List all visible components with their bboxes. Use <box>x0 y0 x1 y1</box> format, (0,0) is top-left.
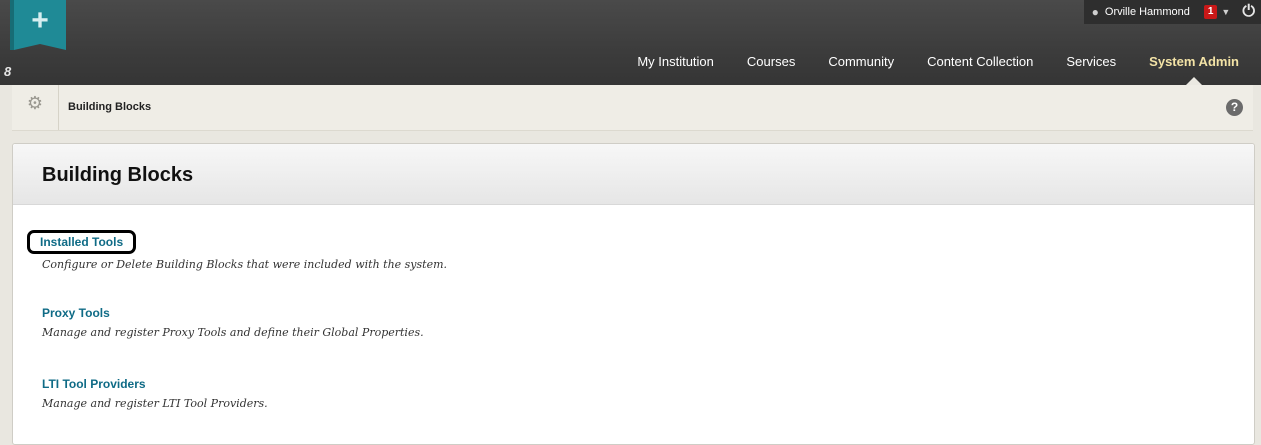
notification-badge[interactable]: 1 <box>1203 5 1218 19</box>
installed-tools-link[interactable]: Installed Tools <box>27 230 137 254</box>
nav-services[interactable]: Services <box>1066 54 1116 69</box>
edit-mode-icon[interactable]: 8 <box>4 64 11 79</box>
nav-community[interactable]: Community <box>828 54 894 69</box>
breadcrumb: ⚙ Building Blocks ? <box>12 85 1253 131</box>
user-area: ● Orville Hammond 1 ▼ ⏻ <box>1083 0 1261 24</box>
plus-icon: + <box>31 4 49 37</box>
user-name[interactable]: Orville Hammond <box>1105 6 1190 18</box>
top-header: + 8 ● Orville Hammond 1 ▼ ⏻ My Instituti… <box>0 0 1261 86</box>
proxy-tools-link[interactable]: Proxy Tools <box>42 306 110 320</box>
proxy-tools-description: Manage and register Proxy Tools and defi… <box>42 326 424 339</box>
brand-stripe <box>10 0 14 50</box>
panel-header: Building Blocks <box>13 144 1254 205</box>
help-icon[interactable]: ? <box>1226 99 1243 116</box>
nav-my-institution[interactable]: My Institution <box>637 54 714 69</box>
power-icon[interactable]: ⏻ <box>1242 3 1255 21</box>
nav-courses[interactable]: Courses <box>747 54 795 69</box>
nav-system-admin[interactable]: System Admin <box>1149 54 1239 86</box>
lti-tool-providers-description: Manage and register LTI Tool Providers. <box>42 397 268 410</box>
list-item: LTI Tool Providers Manage and register L… <box>42 375 268 410</box>
installed-tools-description: Configure or Delete Building Blocks that… <box>42 258 448 271</box>
page-title: Building Blocks <box>42 164 194 186</box>
brand-tab[interactable]: + <box>14 0 66 50</box>
gear-icon[interactable]: ⚙ <box>12 85 59 130</box>
main-nav: My Institution Courses Community Content… <box>604 54 1239 86</box>
chevron-down-icon[interactable]: ▼ <box>1221 7 1230 17</box>
breadcrumb-current: Building Blocks <box>68 101 152 113</box>
user-icon: ● <box>1091 5 1099 19</box>
nav-content-collection[interactable]: Content Collection <box>927 54 1033 69</box>
list-item: Proxy Tools Manage and register Proxy To… <box>42 304 424 339</box>
content-panel: Building Blocks Installed Tools Configur… <box>12 143 1255 445</box>
lti-tool-providers-link[interactable]: LTI Tool Providers <box>42 377 146 391</box>
list-item: Installed Tools Configure or Delete Buil… <box>27 230 448 271</box>
nav-system-admin-label: System Admin <box>1149 54 1239 69</box>
